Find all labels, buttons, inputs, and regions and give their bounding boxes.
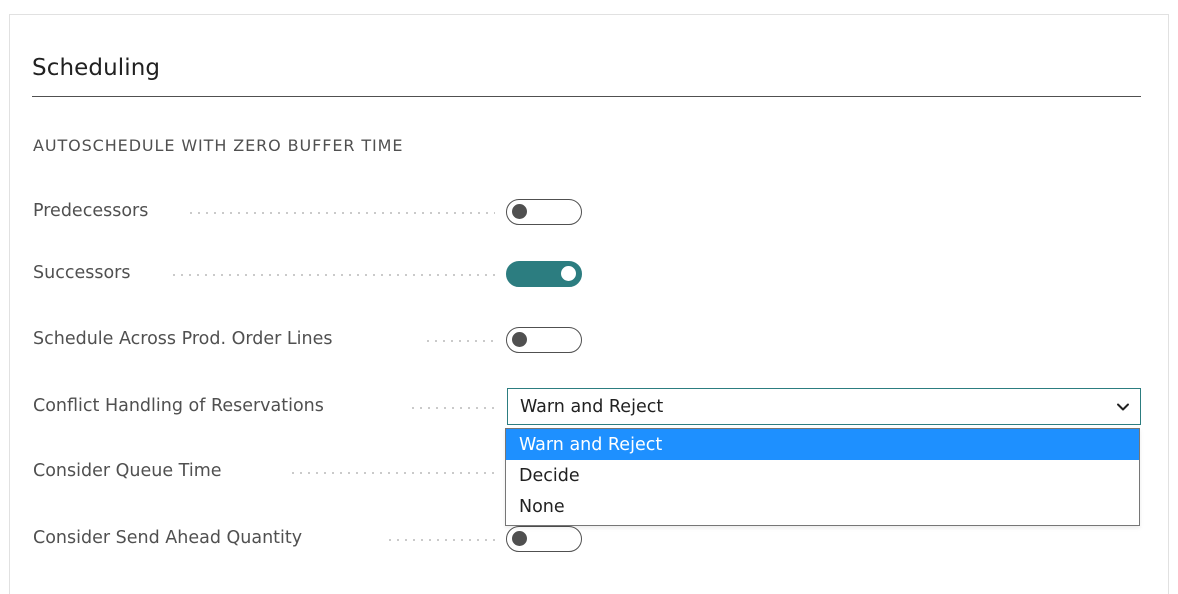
select-value: Warn and Reject — [520, 396, 664, 417]
option-decide[interactable]: Decide — [506, 460, 1139, 491]
conflict-handling-select[interactable]: Warn and Reject — [507, 388, 1141, 425]
field-successors: Successors — [33, 257, 1153, 289]
predecessors-toggle[interactable] — [506, 199, 582, 225]
group-caption: AUTOSCHEDULE WITH ZERO BUFFER TIME — [33, 136, 404, 155]
toggle-knob — [512, 531, 527, 546]
field-label-predecessors: Predecessors — [33, 201, 149, 221]
option-warn-and-reject[interactable]: Warn and Reject — [506, 429, 1139, 460]
field-label-successors: Successors — [33, 263, 131, 283]
field-label-schedule-across: Schedule Across Prod. Order Lines — [33, 329, 333, 349]
field-label-consider-send-ahead: Consider Send Ahead Quantity — [33, 528, 303, 548]
leader-dots — [424, 340, 495, 342]
conflict-handling-dropdown-list: Warn and Reject Decide None — [505, 428, 1140, 526]
chevron-down-icon — [1117, 403, 1129, 411]
section-title: Scheduling — [32, 55, 161, 81]
toggle-knob — [561, 266, 576, 281]
field-label-conflict-handling: Conflict Handling of Reservations — [33, 396, 324, 416]
consider-send-ahead-toggle[interactable] — [506, 526, 582, 552]
toggle-knob — [512, 332, 527, 347]
field-label-consider-queue-time: Consider Queue Time — [33, 461, 222, 481]
leader-dots — [386, 539, 495, 541]
toggle-knob — [512, 204, 527, 219]
field-schedule-across: Schedule Across Prod. Order Lines — [33, 323, 1153, 355]
successors-toggle[interactable] — [506, 261, 582, 287]
field-consider-send-ahead: Consider Send Ahead Quantity — [33, 522, 1153, 554]
field-conflict-handling: Conflict Handling of Reservations Warn a… — [33, 388, 1153, 425]
schedule-across-toggle[interactable] — [506, 327, 582, 353]
leader-dots — [187, 212, 495, 214]
leader-dots — [289, 472, 495, 474]
option-none[interactable]: None — [506, 491, 1139, 522]
section-divider — [32, 96, 1141, 97]
field-predecessors: Predecessors — [33, 195, 1153, 227]
leader-dots — [409, 407, 495, 409]
leader-dots — [170, 274, 495, 276]
